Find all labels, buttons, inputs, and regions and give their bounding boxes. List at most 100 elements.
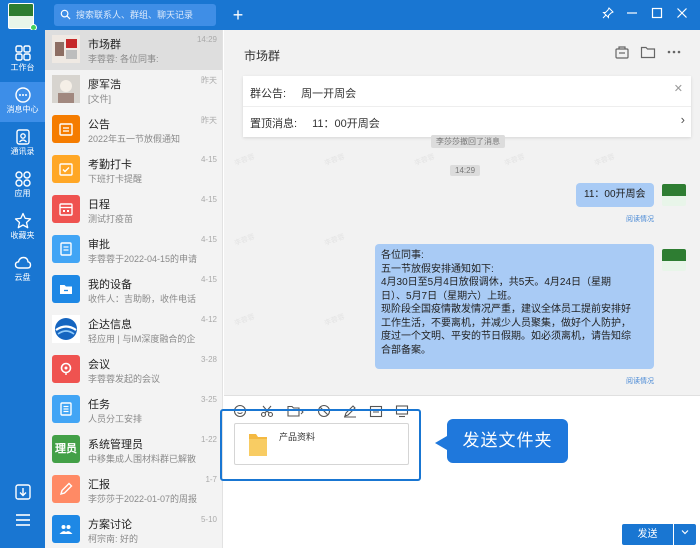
announcement-icon	[52, 115, 80, 143]
nav-item-cloud[interactable]: 云盘	[0, 250, 45, 290]
conversation-list: 市场群李蓉蓉: 各位同事: 14:29 廖军浩 [文件] 昨天 公告 2022年五一节放假通…	[45, 30, 223, 548]
minimize-icon[interactable]	[622, 5, 642, 25]
conversation-item[interactable]: 我的设备 收件人：吉助盼，收件电话 4-15	[45, 270, 222, 310]
message-bubble[interactable]: 各位同事: 五一节放假安排通知如下: 4月30日至5月4日放假调休，共5天。4月…	[375, 244, 654, 369]
conversation-item[interactable]: 方案讨论柯宗南: 好的 5-10	[45, 510, 222, 548]
announcement-line[interactable]: 群公告: 周一开周会	[250, 85, 356, 101]
nav-label: 应用	[14, 189, 31, 198]
conversation-time: 5-10	[200, 515, 217, 524]
watermark: 李蓉蓉	[323, 153, 346, 168]
conversation-name: 市场群	[88, 39, 121, 51]
conversation-name: 我的设备	[88, 279, 132, 291]
announcement-text: 周一开周会	[301, 88, 357, 100]
attachment-name: 产品资料	[279, 432, 316, 442]
conversation-item[interactable]: 理员 系统管理员 中移集成人围材料群已解散 1-22	[45, 430, 222, 470]
pinned-message-line[interactable]: 置顶消息: 11：00开周会	[250, 115, 380, 131]
conversation-time: 1-7	[205, 475, 217, 484]
folder-attachment[interactable]: 产品资料	[234, 423, 409, 465]
time-marker: 14:29	[450, 165, 481, 176]
search-icon	[60, 9, 71, 20]
message-bubble[interactable]: 11：00开周会	[576, 183, 654, 207]
conversation-time: 4-15	[200, 275, 217, 284]
conversation-preview: 李莎莎于2022-01-07的周报	[88, 494, 198, 504]
conversation-time: 昨天	[201, 76, 217, 85]
close-notice-icon[interactable]: ✕	[674, 82, 683, 95]
nav-label: 消息中心	[6, 105, 39, 114]
download-button[interactable]	[0, 480, 45, 504]
nav-item-apps[interactable]: 应用	[0, 166, 45, 206]
cloud-icon	[14, 256, 31, 269]
nav-item-messages[interactable]: 消息中心	[0, 82, 45, 122]
conversation-item[interactable]: 任务 人员分工安排 3-25	[45, 390, 222, 430]
watermark: 李蓉蓉	[233, 313, 256, 328]
announcement-label: 群公告:	[250, 88, 287, 100]
device-icon	[52, 275, 80, 303]
sender-avatar[interactable]	[662, 249, 686, 271]
more-options-icon[interactable]	[666, 44, 682, 60]
system-message: 李莎莎撤回了消息	[431, 135, 505, 148]
group-announcement-icon[interactable]	[614, 44, 630, 60]
conversation-name: 方案讨论	[88, 519, 132, 531]
message-line: 度过一个文明、平安的节日假期。如必须离机，请告知综	[381, 331, 631, 342]
conversation-item[interactable]: 日程 测试打疫苗 4-15	[45, 190, 222, 230]
conversation-name: 汇报	[88, 479, 110, 491]
read-status-link[interactable]: 阅读情况	[626, 376, 654, 386]
conversation-name: 考勤打卡	[88, 159, 132, 171]
conversation-time: 4-15	[200, 235, 217, 244]
conversation-item[interactable]: 考勤打卡下班打卡提醒 4-15	[45, 150, 222, 190]
conversation-item[interactable]: 廖军浩 [文件] 昨天	[45, 70, 222, 110]
conversation-name: 系统管理员	[88, 439, 143, 451]
conversation-preview: 李蓉蓉发起的会议	[88, 374, 161, 384]
conversation-item[interactable]: 审批 李蓉蓉于2022-04-15的申请 4-15	[45, 230, 222, 270]
conversation-preview: 李蓉蓉于2022-04-15的申请	[88, 254, 198, 264]
conversation-preview: 下班打卡提醒	[88, 174, 143, 184]
conversation-item[interactable]: 公告 2022年五一节放假通知 昨天	[45, 110, 222, 150]
conversation-preview: 2022年五一节放假通知	[88, 134, 181, 144]
read-status-link[interactable]: 阅读情况	[626, 214, 654, 224]
conversation-time: 14:29	[196, 35, 217, 44]
calendar-icon	[52, 195, 80, 223]
approval-icon	[52, 235, 80, 263]
nav-item-favorites[interactable]: 收藏夹	[0, 208, 45, 248]
left-nav: 工作台 消息中心 通讯录 应用 收藏夹 云盘	[0, 30, 45, 548]
conversation-item[interactable]: 汇报李莎莎于2022-01-07的周报 1-7	[45, 470, 222, 510]
search-placeholder: 搜索联系人、群组、聊天记录	[76, 10, 194, 20]
nav-item-workbench[interactable]: 工作台	[0, 40, 45, 80]
message-line: 日）、5月7日（星期六）上班。	[381, 290, 518, 302]
maximize-icon[interactable]	[647, 5, 667, 25]
watermark: 李蓉蓉	[413, 153, 436, 168]
chevron-right-icon[interactable]: ›	[681, 112, 685, 127]
conversation-preview: 人员分工安排	[88, 414, 143, 424]
conversation-time: 4-12	[200, 315, 217, 324]
divider	[243, 106, 691, 107]
grid-icon	[14, 45, 31, 61]
watermark: 李蓉蓉	[593, 153, 616, 168]
message-line: 五一节放假安排通知如下:	[381, 263, 494, 275]
conversation-preview: 轻应用 | 与IM深度融合的企	[88, 334, 196, 344]
callout-pointer	[435, 436, 447, 450]
meeting-icon	[52, 355, 80, 383]
menu-button[interactable]	[0, 508, 45, 532]
conversation-time: 4-15	[200, 155, 217, 164]
close-icon[interactable]	[672, 5, 692, 25]
folder-icon[interactable]	[640, 44, 656, 60]
pinned-label: 置顶消息:	[250, 118, 298, 130]
conversation-preview: 李蓉蓉: 各位同事:	[88, 54, 159, 64]
discussion-icon	[52, 515, 80, 543]
folder-icon	[249, 434, 267, 456]
nav-item-contacts[interactable]: 通讯录	[0, 124, 45, 164]
search-input[interactable]: 搜索联系人、群组、聊天记录	[54, 4, 216, 26]
conversation-item[interactable]: 市场群李蓉蓉: 各位同事: 14:29	[45, 30, 222, 70]
chat-header: 市场群	[224, 30, 700, 74]
sender-avatar[interactable]	[662, 184, 686, 206]
send-button[interactable]: 发送	[622, 524, 673, 545]
pin-icon[interactable]	[598, 5, 618, 25]
conversation-item[interactable]: 会议 李蓉蓉发起的会议 3-28	[45, 350, 222, 390]
conversation-preview: 柯宗南: 好的	[88, 534, 139, 544]
add-button[interactable]: +	[230, 4, 246, 26]
report-icon	[52, 475, 80, 503]
send-options-dropdown[interactable]	[674, 524, 696, 545]
nav-label: 云盘	[14, 273, 31, 282]
watermark: 李蓉蓉	[233, 153, 256, 168]
conversation-item[interactable]: 企达信息 轻应用 | 与IM深度融合的企 4-12	[45, 310, 222, 350]
